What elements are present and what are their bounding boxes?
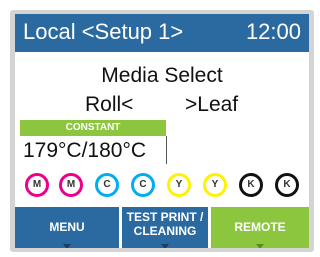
clock: 12:00 [245,19,301,44]
test-print-cleaning-button[interactable]: TEST PRINT / CLEANING [122,207,208,248]
ink-cyan-1: C [95,173,119,197]
ink-black-1: K [239,173,263,197]
ink-status-row: M M C C Y Y K K [15,173,309,197]
ink-cyan-2: C [131,173,155,197]
menu-button[interactable]: MENU [15,207,119,248]
ink-magenta-2: M [59,173,83,197]
lcd-screen: Local <Setup 1> 12:00 Media Select Roll<… [15,14,309,248]
option-leaf[interactable]: >Leaf [185,93,238,117]
constant-label: CONSTANT [20,120,166,136]
ink-black-2: K [275,173,299,197]
caret-down-icon [256,244,264,248]
menu-heading: Media Select [101,64,223,87]
display-frame: Local <Setup 1> 12:00 Media Select Roll<… [10,10,314,252]
ink-magenta-1: M [25,173,49,197]
menu-button-label: MENU [49,220,85,234]
test-print-label: TEST PRINT / [126,210,204,224]
mode-title: Local <Setup 1> [23,19,184,44]
option-roll[interactable]: Roll< [85,93,133,117]
remote-button-label: REMOTE [234,220,286,234]
cleaning-label: CLEANING [133,224,197,238]
title-bar: Local <Setup 1> 12:00 [15,14,309,52]
temperature-readout: 179°C/180°C [23,139,147,162]
caret-down-icon [161,244,169,248]
temperature-box: 179°C/180°C [20,136,167,164]
ink-yellow-2: Y [203,173,227,197]
caret-down-icon [63,244,71,248]
remote-button[interactable]: REMOTE [211,207,309,248]
ink-yellow-1: Y [167,173,191,197]
